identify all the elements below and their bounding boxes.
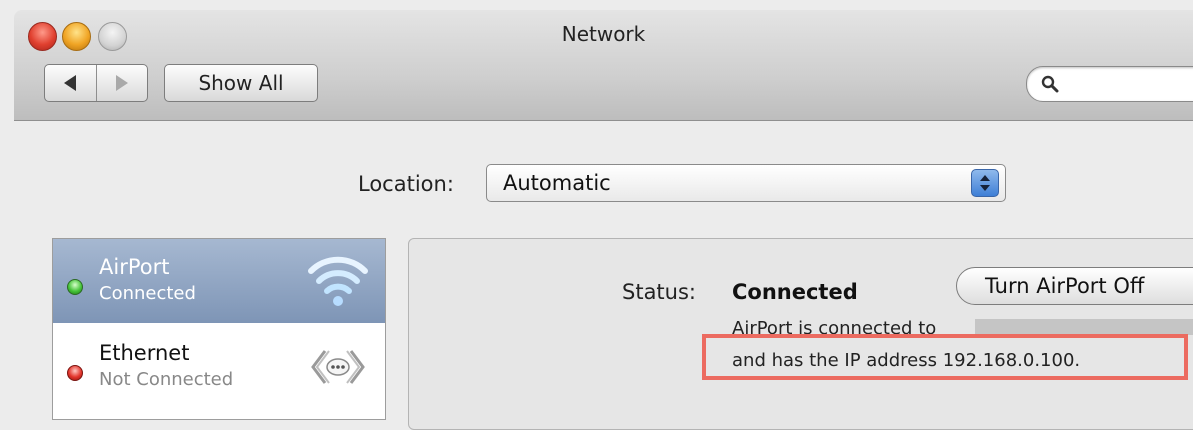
location-value: Automatic [503, 171, 611, 195]
service-item-airport[interactable]: AirPort Connected [53, 239, 385, 323]
location-select[interactable]: Automatic [486, 164, 1006, 202]
search-icon [1041, 75, 1059, 93]
forward-arrow-icon [115, 75, 128, 91]
highlight-annotation-box [702, 334, 1188, 380]
service-item-ethernet[interactable]: Ethernet Not Connected [53, 325, 385, 409]
status-label: Status: [622, 280, 696, 304]
forward-button[interactable] [95, 65, 148, 101]
service-list: AirPort Connected Ethernet Not Connected [52, 238, 386, 420]
service-status: Not Connected [99, 369, 234, 390]
service-status: Connected [99, 283, 196, 304]
status-green-icon [67, 279, 83, 295]
location-label: Location: [358, 172, 454, 196]
back-forward-control [44, 64, 148, 102]
ethernet-icon [311, 350, 365, 384]
service-name: Ethernet [99, 341, 190, 365]
window-title: Network [561, 22, 646, 46]
back-arrow-icon [64, 75, 77, 91]
back-button[interactable] [45, 65, 96, 101]
status-value: Connected [732, 280, 858, 304]
status-red-icon [67, 365, 83, 381]
service-name: AirPort [99, 255, 170, 279]
turn-airport-off-button[interactable]: Turn AirPort Off [956, 267, 1193, 305]
search-input[interactable] [1026, 66, 1193, 102]
connection-description-line1: AirPort is connected to [732, 318, 937, 334]
redacted-network-name [975, 319, 1193, 335]
wifi-icon [308, 256, 368, 306]
popup-stepper-icon [971, 169, 999, 197]
window-toolbar: Network Show All [14, 10, 1193, 121]
show-all-button[interactable]: Show All [164, 64, 318, 102]
